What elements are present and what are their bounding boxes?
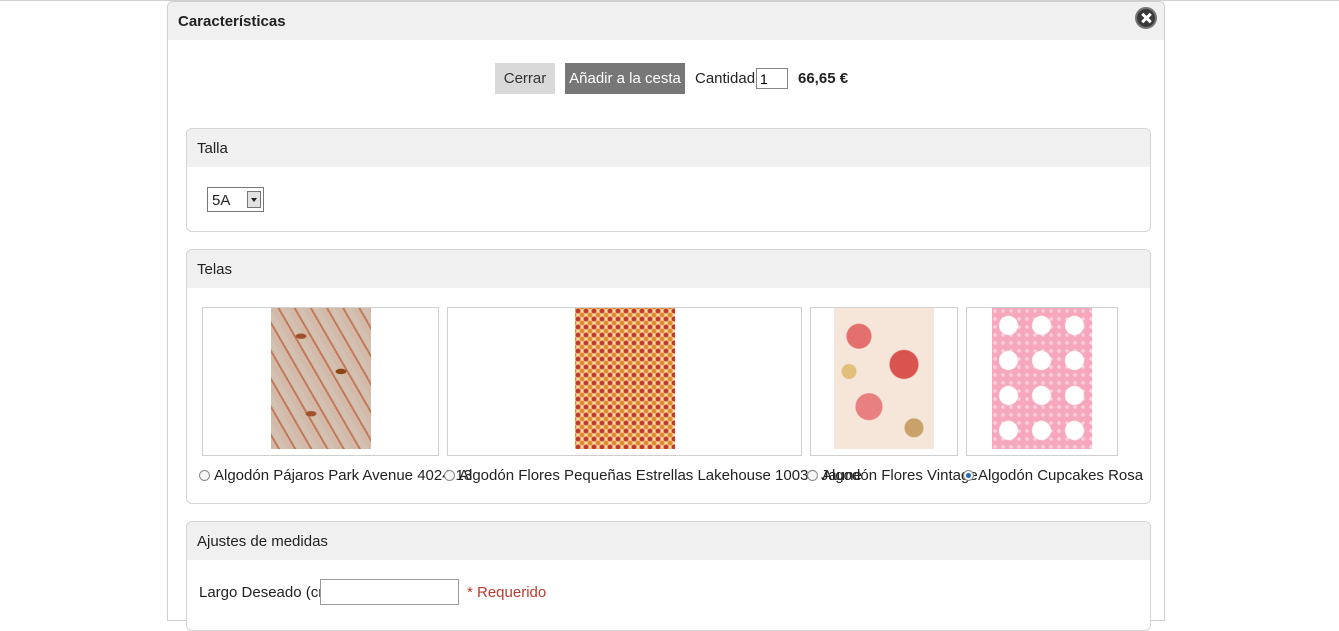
fabric-image-small-flowers[interactable] <box>447 307 802 456</box>
fabric-options: Algodón Pájaros Park Avenue 4024-13 Algo… <box>199 467 1143 487</box>
ajustes-header: Ajustes de medidas <box>187 522 1150 560</box>
fabric-option-vintage-flowers[interactable]: Algodón Flores Vintage <box>807 467 978 484</box>
fabric-option-label: Algodón Pájaros Park Avenue 4024-13 <box>214 467 473 484</box>
radio-button[interactable] <box>807 470 818 481</box>
fabric-option-small-flowers[interactable]: Algodón Flores Pequeñas Estrellas Lakeho… <box>444 467 862 484</box>
size-select[interactable]: 5A <box>207 187 264 212</box>
size-select-value: 5A <box>212 192 231 209</box>
action-row: Cerrar Añadir a la cesta Cantidad: 66,65… <box>168 63 1164 95</box>
dialog-title: Características <box>178 12 286 30</box>
fabric-image-birds[interactable] <box>202 307 439 456</box>
talla-header: Talla <box>187 129 1150 167</box>
fabric-image-vintage-flowers[interactable] <box>810 307 958 456</box>
required-note: * Requerido <box>467 584 547 601</box>
radio-button[interactable] <box>199 470 210 481</box>
desired-length-label: Largo Deseado (cm) <box>199 584 336 601</box>
talla-section: Talla 5A <box>186 128 1151 232</box>
fabric-swatch <box>834 308 934 449</box>
fabric-option-label: Algodón Cupcakes Rosa <box>978 467 1144 484</box>
dialog-header: Características <box>168 2 1164 40</box>
quantity-input[interactable] <box>756 68 788 89</box>
fabric-option-cupcakes[interactable]: Algodón Cupcakes Rosa <box>963 467 1143 484</box>
radio-button-selected[interactable] <box>963 470 974 481</box>
quantity-label: Cantidad: <box>695 70 760 87</box>
close-icon[interactable] <box>1135 7 1157 29</box>
telas-section: Telas Algodón Pájaros Park Avenue 4024-1… <box>186 249 1151 504</box>
fabric-option-label: Algodón Flores Pequeñas Estrellas Lakeho… <box>459 467 862 484</box>
chevron-down-icon[interactable] <box>247 191 261 208</box>
fabric-swatch <box>992 308 1092 449</box>
telas-header: Telas <box>187 250 1150 288</box>
radio-button[interactable] <box>444 470 455 481</box>
fabric-swatch <box>271 308 371 449</box>
characteristics-dialog: Características Cerrar Añadir a la cesta… <box>167 1 1165 631</box>
fabric-swatch <box>575 308 675 449</box>
fabric-image-cupcakes[interactable] <box>966 307 1118 456</box>
price: 66,65 € <box>798 70 849 87</box>
add-to-cart-button[interactable]: Añadir a la cesta <box>565 63 685 94</box>
fabric-option-birds[interactable]: Algodón Pájaros Park Avenue 4024-13 <box>199 467 472 484</box>
ajustes-section: Ajustes de medidas Largo Deseado (cm) * … <box>186 521 1151 631</box>
close-button[interactable]: Cerrar <box>495 63 555 94</box>
fabric-option-label: Algodón Flores Vintage <box>822 467 978 484</box>
desired-length-input[interactable] <box>320 579 459 605</box>
